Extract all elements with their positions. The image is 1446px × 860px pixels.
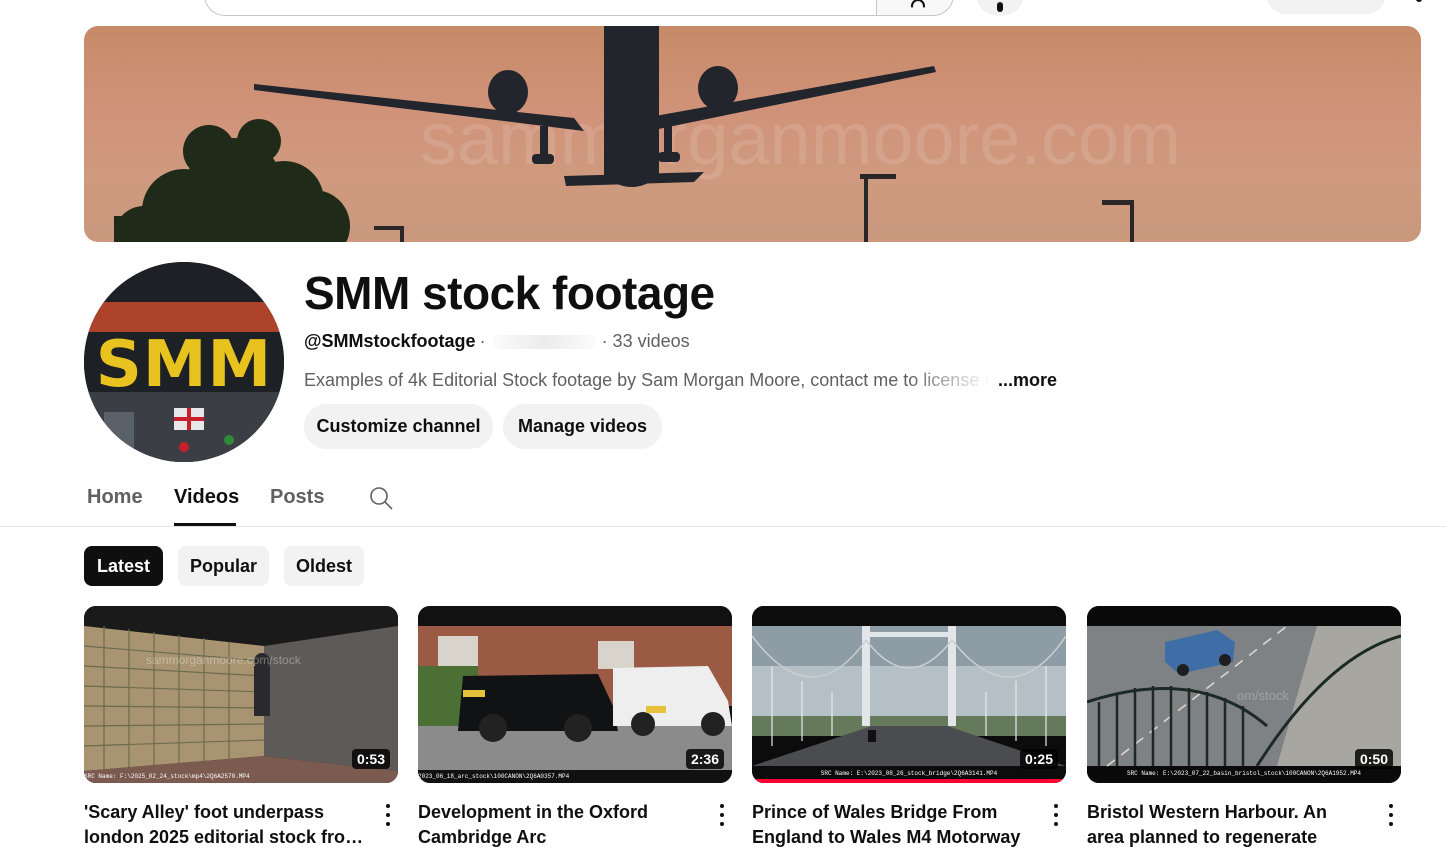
thumbnail-image: sammorganmoore.com/stock bbox=[84, 606, 398, 783]
mic-icon bbox=[997, 2, 1003, 12]
video-title[interactable]: Prince of Wales Bridge From England to W… bbox=[752, 800, 1032, 850]
video-duration: 0:25 bbox=[1019, 749, 1058, 769]
video-duration: 0:53 bbox=[351, 749, 390, 769]
description-text: Examples of 4k Editorial Stock footage b… bbox=[304, 370, 990, 390]
video-card[interactable]: SRC Name: E:\2023_08_26_stock_bridge\2Q6… bbox=[752, 606, 1066, 847]
video-title-text: Prince of Wales Bridge From England to W… bbox=[752, 802, 1021, 847]
video-thumbnail[interactable]: om/stock SRC Name: E:\2023_07_22_basin_b… bbox=[1087, 606, 1401, 783]
active-tab-indicator bbox=[174, 523, 236, 526]
thumbnail-image bbox=[752, 606, 1066, 783]
video-title-text: 'Scary Alley' foot underpass london 2025… bbox=[84, 802, 362, 847]
redacted-subscriber-count bbox=[491, 334, 596, 349]
channel-handle: @SMMstockfootage bbox=[304, 331, 476, 351]
channel-avatar[interactable]: SMM bbox=[84, 262, 284, 462]
voice-search-button[interactable] bbox=[976, 0, 1024, 16]
source-filename: 2023_06_18_arc_stock\100CANON\2Q6A0357.M… bbox=[418, 773, 570, 780]
chip-latest[interactable]: Latest bbox=[84, 546, 163, 586]
avatar-logo-text: SMM bbox=[95, 328, 273, 402]
customize-channel-button[interactable]: Customize channel bbox=[304, 404, 493, 449]
banner-image: sammorganmoore.com bbox=[114, 26, 1181, 242]
video-title-text: Bristol Western Harbour. An area planned… bbox=[1087, 802, 1328, 847]
chip-oldest[interactable]: Oldest bbox=[284, 546, 364, 586]
more-vert-icon[interactable] bbox=[718, 804, 726, 826]
more-vert-icon[interactable] bbox=[1387, 804, 1395, 826]
watch-progress-bar bbox=[752, 779, 1066, 783]
channel-search-button[interactable] bbox=[369, 486, 393, 510]
video-title[interactable]: Bristol Western Harbour. An area planned… bbox=[1087, 800, 1367, 850]
video-thumbnail[interactable]: sammorganmoore.com/stock SRC Name: F:\20… bbox=[84, 606, 398, 783]
search-icon bbox=[911, 0, 925, 8]
video-card[interactable]: sammorganmoore.com/stock SRC Name: F:\20… bbox=[84, 606, 398, 847]
search-icon bbox=[370, 487, 393, 510]
video-card[interactable]: om/stock SRC Name: E:\2023_07_22_basin_b… bbox=[1087, 606, 1401, 847]
source-filename: SRC Name: F:\2025_02_24_stock\mp4\2Q6A25… bbox=[84, 773, 250, 780]
channel-description[interactable]: Examples of 4k Editorial Stock footage b… bbox=[304, 370, 1057, 391]
video-title[interactable]: Development in the Oxford Cambridge Arc bbox=[418, 800, 698, 850]
channel-name: SMM stock footage bbox=[304, 267, 715, 319]
video-duration: 2:36 bbox=[685, 749, 724, 769]
video-title[interactable]: 'Scary Alley' foot underpass london 2025… bbox=[84, 800, 364, 850]
notifications-button[interactable] bbox=[1408, 0, 1428, 4]
thumbnail-watermark: sammorganmoore.com/stock bbox=[146, 653, 302, 667]
thumbnail-image: om/stock bbox=[1087, 606, 1401, 783]
search-input[interactable] bbox=[204, 0, 876, 16]
video-thumbnail[interactable]: SRC Name: E:\2023_08_26_stock_bridge\2Q6… bbox=[752, 606, 1066, 783]
chip-popular[interactable]: Popular bbox=[178, 546, 269, 586]
search-button[interactable] bbox=[876, 0, 954, 16]
video-count: · 33 videos bbox=[601, 331, 690, 351]
tab-posts[interactable]: Posts bbox=[270, 486, 324, 509]
source-filename: SRC Name: E:\2023_07_22_basin_bristol_st… bbox=[1126, 770, 1362, 777]
more-link[interactable]: ...more bbox=[998, 370, 1057, 391]
channel-tabs: Home Videos Posts bbox=[0, 470, 1446, 527]
thumbnail-watermark: om/stock bbox=[1237, 688, 1290, 703]
channel-banner: sammorganmoore.com bbox=[84, 26, 1421, 242]
bell-icon bbox=[1416, 0, 1422, 2]
thumbnail-image bbox=[418, 606, 732, 783]
video-card[interactable]: 2023_06_18_arc_stock\100CANON\2Q6A0357.M… bbox=[418, 606, 732, 847]
masthead bbox=[0, 0, 1446, 18]
tab-videos[interactable]: Videos bbox=[174, 486, 239, 509]
create-button[interactable] bbox=[1266, 0, 1386, 14]
video-duration: 0:50 bbox=[1354, 749, 1393, 769]
meta-separator: · bbox=[479, 331, 486, 351]
more-vert-icon[interactable] bbox=[384, 804, 392, 826]
channel-meta: @SMMstockfootage · · 33 videos bbox=[304, 331, 690, 352]
video-thumbnail[interactable]: 2023_06_18_arc_stock\100CANON\2Q6A0357.M… bbox=[418, 606, 732, 783]
more-vert-icon[interactable] bbox=[1052, 804, 1060, 826]
source-filename: SRC Name: E:\2023_08_26_stock_bridge\2Q6… bbox=[820, 770, 998, 777]
tab-home[interactable]: Home bbox=[87, 486, 143, 509]
manage-videos-button[interactable]: Manage videos bbox=[503, 404, 662, 449]
video-title-text: Development in the Oxford Cambridge Arc bbox=[418, 802, 649, 847]
